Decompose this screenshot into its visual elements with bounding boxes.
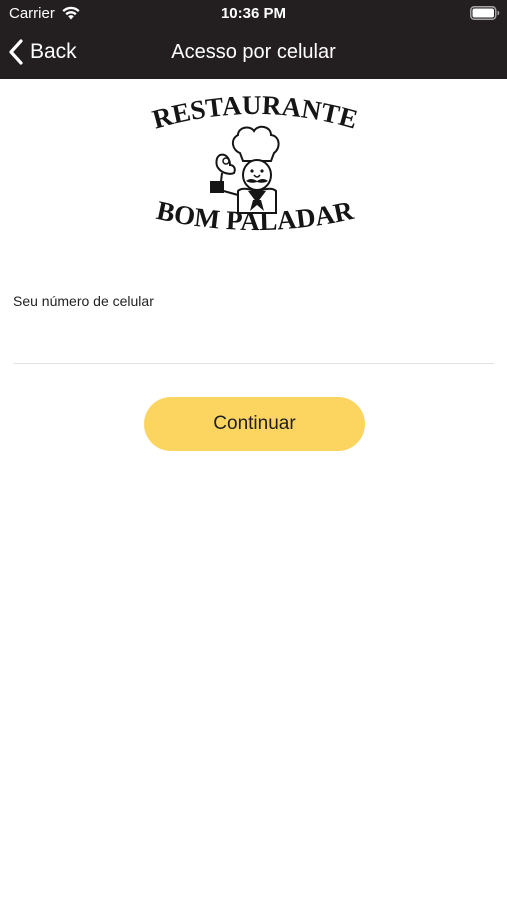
top-bar: Carrier 10:36 PM Back Acesso por celular (0, 0, 507, 79)
continue-button[interactable]: Continuar (144, 397, 365, 451)
phone-field-label: Seu número de celular (13, 293, 154, 309)
phone-access-screen: Carrier 10:36 PM Back Acesso por celular… (0, 0, 507, 900)
status-time: 10:36 PM (220, 5, 287, 22)
restaurant-logo: RESTAURANTE BOM PALADAR (150, 95, 360, 236)
chef-icon (210, 125, 280, 214)
phone-number-input[interactable] (13, 320, 494, 364)
page-title: Acesso por celular (171, 41, 336, 63)
battery-icon (470, 6, 500, 20)
